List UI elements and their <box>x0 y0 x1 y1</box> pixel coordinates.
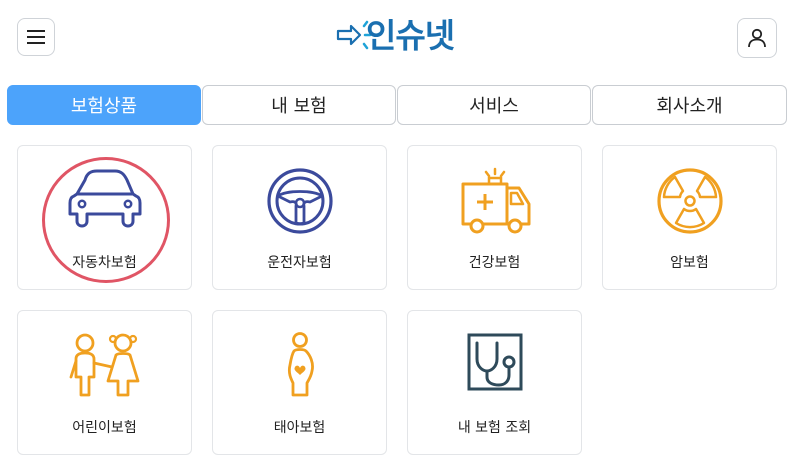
product-card-children-insurance[interactable]: 어린이보험 <box>17 310 192 455</box>
logo-text: 인슈넷 <box>366 16 455 55</box>
pregnant-woman-icon <box>287 332 314 397</box>
product-card-driver-insurance[interactable]: 운전자보험 <box>212 145 387 290</box>
product-label: 어린이보험 <box>72 420 137 436</box>
hamburger-menu-icon <box>27 30 45 44</box>
header: 인슈넷 <box>0 0 791 78</box>
steering-wheel-icon <box>267 168 333 234</box>
product-label: 운전자보험 <box>267 255 332 271</box>
radiation-icon <box>657 168 723 234</box>
user-button[interactable] <box>737 18 777 58</box>
product-label: 암보험 <box>670 255 709 271</box>
tab-insurance-products[interactable]: 보험상품 <box>7 85 201 125</box>
product-label: 태아보험 <box>273 420 326 436</box>
car-icon <box>68 169 142 228</box>
product-card-cancer-insurance[interactable]: 암보험 <box>602 145 777 290</box>
ambulance-icon <box>461 167 531 234</box>
tab-services[interactable]: 서비스 <box>397 85 591 125</box>
product-label: 건강보험 <box>468 255 521 271</box>
children-icon <box>69 333 140 397</box>
user-icon <box>748 28 766 48</box>
logo[interactable]: 인슈넷 <box>336 14 460 58</box>
product-card-car-insurance[interactable]: 자동차보험 <box>17 145 192 290</box>
menu-button[interactable] <box>17 18 55 56</box>
tab-company-intro[interactable]: 회사소개 <box>592 85 787 125</box>
stethoscope-icon <box>467 333 523 391</box>
tab-my-insurance[interactable]: 내 보험 <box>202 85 396 125</box>
product-card-my-insurance-lookup[interactable]: 내 보험 조회 <box>407 310 582 455</box>
category-tabs: 보험상품 내 보험 서비스 회사소개 <box>7 85 788 125</box>
product-card-health-insurance[interactable]: 건강보험 <box>407 145 582 290</box>
product-label: 자동차보험 <box>72 255 137 271</box>
product-label: 내 보험 조회 <box>457 420 532 436</box>
product-card-fetal-insurance[interactable]: 태아보험 <box>212 310 387 455</box>
